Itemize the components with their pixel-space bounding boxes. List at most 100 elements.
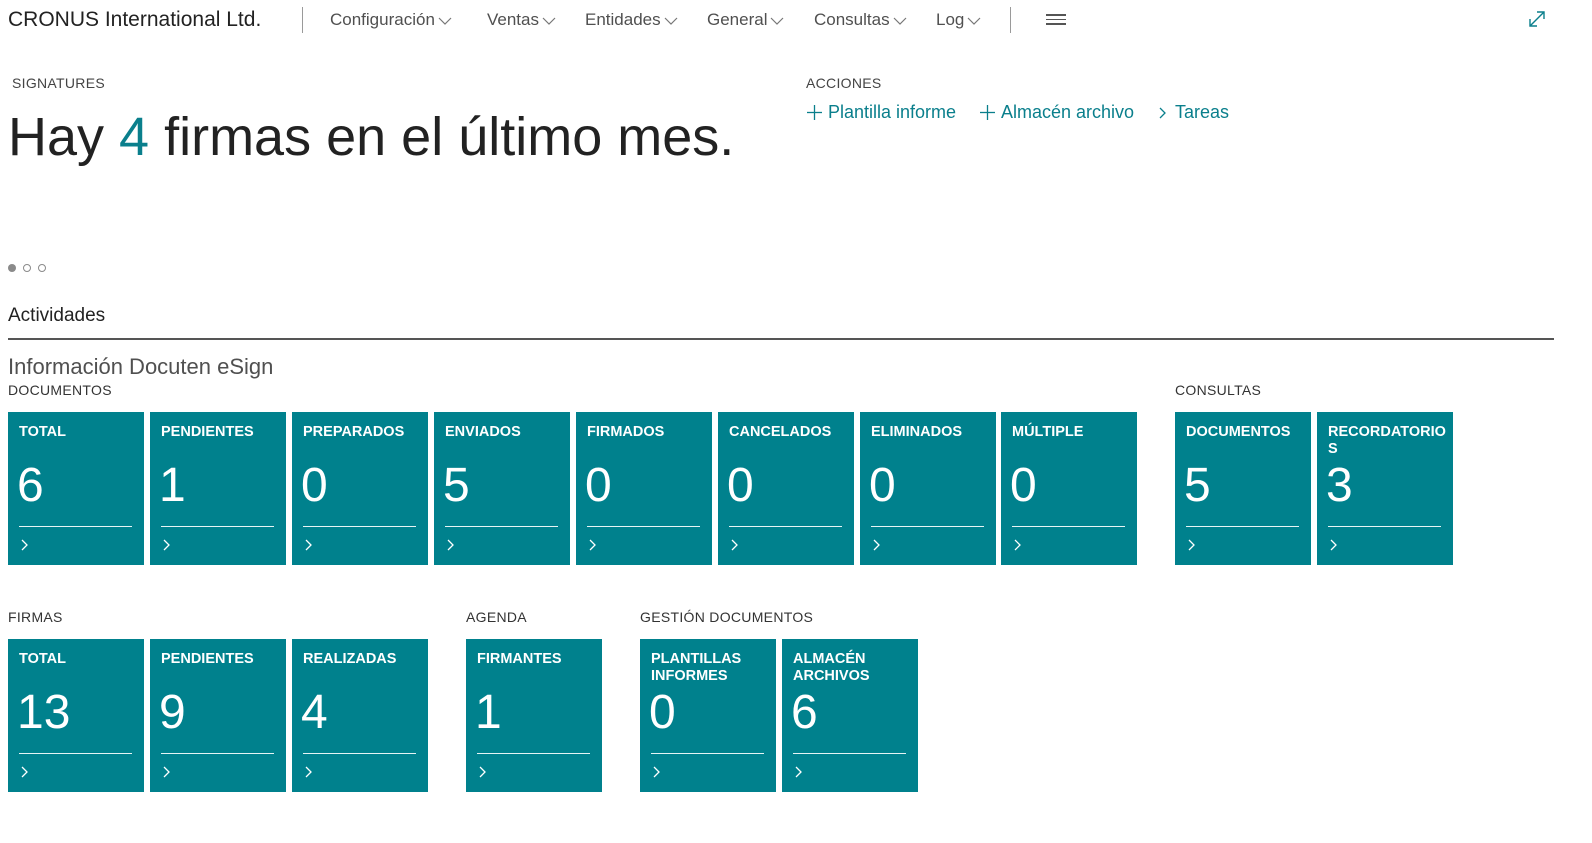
tile-documentos-enviados[interactable]: ENVIADOS 5 xyxy=(434,412,570,565)
tile-consultas-documentos[interactable]: DOCUMENTOS 5 xyxy=(1175,412,1311,565)
plus-icon xyxy=(807,105,822,120)
plus-icon xyxy=(980,105,995,120)
tile-documentos-preparados[interactable]: PREPARADOS 0 xyxy=(292,412,428,565)
tile-gestion-almacen-archivos[interactable]: ALMACÉN ARCHIVOS 6 xyxy=(782,639,918,792)
carousel-dot-3[interactable] xyxy=(38,264,46,272)
section-title: Información Docuten eSign xyxy=(8,354,274,379)
tile-divider xyxy=(729,526,842,527)
group-label-firmas: FIRMAS xyxy=(8,609,63,625)
chevron-right-icon xyxy=(163,539,170,551)
tile-label: PENDIENTES xyxy=(161,424,254,440)
chevron-down-icon xyxy=(438,17,452,25)
tile-label: FIRMANTES xyxy=(477,651,562,667)
tile-value: 0 xyxy=(869,459,896,512)
tile-label: PLANTILLAS INFORMES xyxy=(651,651,742,684)
group-label-documentos: DOCUMENTOS xyxy=(8,382,112,398)
tile-consultas-recordatorios[interactable]: RECORDATORIOS 3 xyxy=(1317,412,1453,565)
tile-divider xyxy=(1012,526,1125,527)
nav-label: Configuración xyxy=(330,10,435,29)
tile-divider xyxy=(1186,526,1299,527)
activities-title: Actividades xyxy=(8,305,106,326)
tile-divider xyxy=(303,753,416,754)
tile-label: PREPARADOS xyxy=(303,424,405,440)
tile-firmas-pendientes[interactable]: PENDIENTES 9 xyxy=(150,639,286,792)
tile-documentos-total[interactable]: TOTAL 6 xyxy=(8,412,144,565)
action-label: Almacén archivo xyxy=(1001,102,1135,122)
company-name[interactable]: CRONUS International Ltd. xyxy=(8,8,261,32)
tile-value: 6 xyxy=(17,459,44,512)
action-plantilla-informe[interactable]: Plantilla informe xyxy=(806,102,956,123)
chevron-right-icon xyxy=(21,766,28,778)
nav-log[interactable]: Log xyxy=(936,10,981,30)
action-label: Plantilla informe xyxy=(828,102,957,122)
tile-label: FIRMADOS xyxy=(587,424,665,440)
tile-value: 0 xyxy=(727,459,754,512)
tile-value: 1 xyxy=(475,686,502,739)
chevron-down-icon xyxy=(771,17,784,25)
tile-firmas-total[interactable]: TOTAL 13 xyxy=(8,639,144,792)
nav-label: Entidades xyxy=(585,10,661,29)
tile-value: 9 xyxy=(159,686,186,739)
tile-divider xyxy=(445,526,558,527)
headline-text: Hay 4 firmas en el último mes. xyxy=(8,106,734,168)
carousel-dot-2[interactable] xyxy=(23,264,31,272)
action-almacen-archivo[interactable]: Almacén archivo xyxy=(979,102,1134,123)
carousel-dot-1[interactable] xyxy=(8,264,16,272)
chevron-down-icon xyxy=(893,17,907,25)
chevron-right-icon xyxy=(731,539,738,551)
tile-divider xyxy=(161,753,274,754)
tile-agenda-firmantes[interactable]: FIRMANTES 1 xyxy=(466,639,602,792)
headline-count[interactable]: 4 xyxy=(119,107,149,167)
action-tareas[interactable]: Tareas xyxy=(1156,102,1229,123)
tile-documentos-cancelados[interactable]: CANCELADOS 0 xyxy=(718,412,854,565)
tile-divider xyxy=(303,526,416,527)
nav-consultas[interactable]: Consultas xyxy=(814,10,907,30)
tile-label: TOTAL xyxy=(19,424,66,440)
tile-value: 5 xyxy=(443,459,470,512)
chevron-down-icon xyxy=(664,17,678,25)
header-divider xyxy=(302,7,303,33)
tile-label: PENDIENTES xyxy=(161,651,254,667)
nav-label: General xyxy=(707,10,768,29)
tile-label: CANCELADOS xyxy=(729,424,832,440)
chevron-right-icon xyxy=(873,539,880,551)
action-label: Tareas xyxy=(1175,102,1230,122)
nav-label: Log xyxy=(936,10,965,29)
chevron-right-icon xyxy=(479,766,486,778)
tile-documentos-pendientes[interactable]: PENDIENTES 1 xyxy=(150,412,286,565)
chevron-right-icon xyxy=(589,539,596,551)
tile-value: 1 xyxy=(159,459,186,512)
tile-documentos-multiple[interactable]: MÚLTIPLE 0 xyxy=(1001,412,1137,565)
tile-divider xyxy=(19,753,132,754)
chevron-right-icon xyxy=(305,766,312,778)
expand-icon[interactable] xyxy=(1527,9,1547,29)
hamburger-menu-icon[interactable] xyxy=(1046,14,1066,28)
tile-documentos-eliminados[interactable]: ELIMINADOS 0 xyxy=(860,412,996,565)
tile-label: RECORDATORIOS xyxy=(1328,424,1446,457)
chevron-right-icon xyxy=(305,539,312,551)
tile-value: 3 xyxy=(1326,459,1353,512)
tile-value: 6 xyxy=(791,686,818,739)
nav-entidades[interactable]: Entidades xyxy=(585,10,678,30)
group-label-consultas: CONSULTAS xyxy=(1175,382,1262,398)
chevron-down-icon xyxy=(967,17,981,25)
headline-prefix: Hay xyxy=(8,107,120,167)
tile-label: MÚLTIPLE xyxy=(1012,424,1084,440)
tile-divider xyxy=(161,526,274,527)
nav-general[interactable]: General xyxy=(707,10,784,30)
tile-value: 0 xyxy=(1010,459,1037,512)
group-label-agenda: AGENDA xyxy=(466,609,527,625)
tile-value: 4 xyxy=(301,686,328,739)
nav-configuracion[interactable]: Configuración xyxy=(330,10,452,30)
chevron-right-icon xyxy=(1330,539,1337,551)
nav-ventas[interactable]: Ventas xyxy=(487,10,556,30)
chevron-right-icon xyxy=(1014,539,1021,551)
tile-gestion-plantillas-informes[interactable]: PLANTILLAS INFORMES 0 xyxy=(640,639,776,792)
tile-divider xyxy=(477,753,590,754)
tile-divider xyxy=(793,753,906,754)
headline-caption: SIGNATURES xyxy=(12,75,105,91)
headline-suffix: firmas en el último mes. xyxy=(149,107,735,167)
header-divider xyxy=(1010,7,1011,33)
tile-firmas-realizadas[interactable]: REALIZADAS 4 xyxy=(292,639,428,792)
tile-documentos-firmados[interactable]: FIRMADOS 0 xyxy=(576,412,712,565)
